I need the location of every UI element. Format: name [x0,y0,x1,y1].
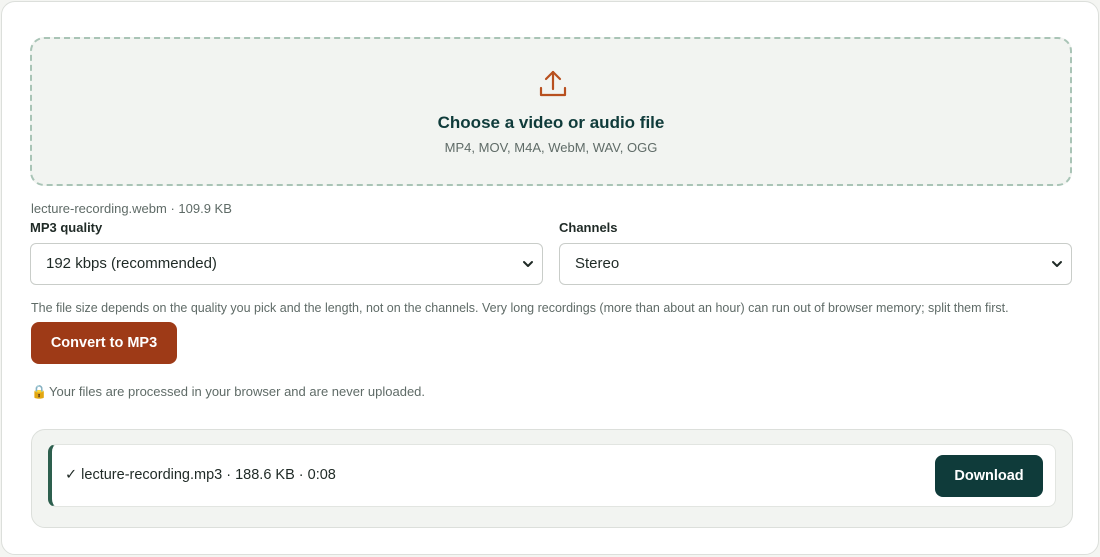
channels-select[interactable]: Stereo [559,243,1072,285]
privacy-notice: 🔒 Your files are processed in your browse… [31,384,425,400]
convert-button[interactable]: Convert to MP3 [31,322,177,364]
size-note: The file size depends on the quality you… [31,301,1009,315]
quality-label: MP3 quality [30,220,103,235]
selected-file-info: lecture-recording.webm · 109.9 KB [31,201,232,216]
file-dropzone[interactable]: Choose a video or audio file MP4, MOV, M… [30,37,1072,186]
quality-select-value: 192 kbps (recommended) [46,255,217,272]
converter-card: Choose a video or audio file MP4, MOV, M… [1,1,1099,555]
chevron-down-icon [1052,261,1062,267]
privacy-text: Your files are processed in your browser… [49,384,426,399]
channels-label: Channels [559,220,618,235]
quality-select[interactable]: 192 kbps (recommended) [30,243,543,285]
chevron-down-icon [523,261,533,267]
channels-select-value: Stereo [575,255,620,272]
result-item: ✓ lecture-recording.mp3 · 188.6 KB · 0:0… [48,444,1056,507]
dropzone-title: Choose a video or audio file [437,113,665,132]
results-panel: ✓ lecture-recording.mp3 · 188.6 KB · 0:0… [31,429,1073,528]
upload-icon [539,70,567,97]
download-button[interactable]: Download [935,455,1043,497]
result-file-info: ✓ lecture-recording.mp3 · 188.6 KB · 0:0… [65,467,336,483]
lock-icon: 🔒 [31,384,48,399]
dropzone-formats: MP4, MOV, M4A, WebM, WAV, OGG [444,140,658,155]
